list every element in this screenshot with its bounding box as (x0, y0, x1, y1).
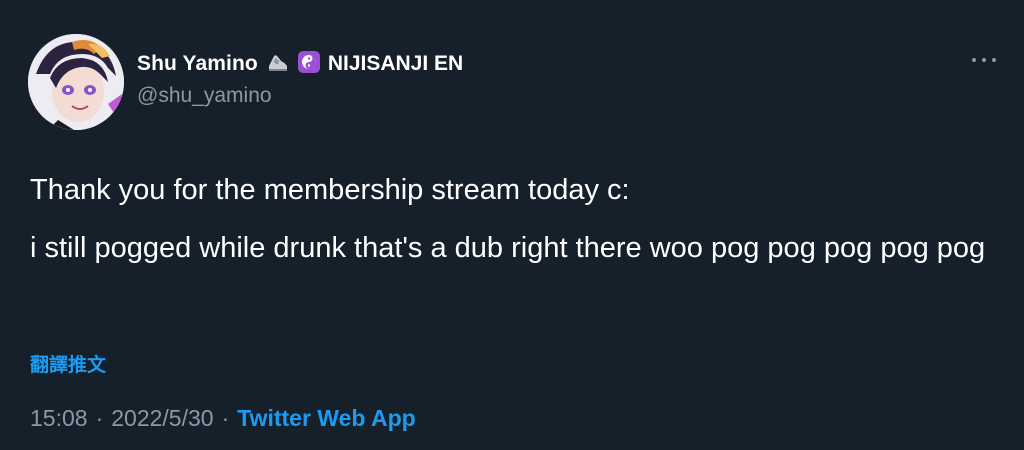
user-handle[interactable]: @shu_yamino (137, 84, 463, 108)
tweet-time[interactable]: 15:08 (30, 405, 88, 432)
tweet-date[interactable]: 2022/5/30 (111, 405, 213, 432)
translate-tweet-link[interactable]: 翻譯推文 (30, 350, 106, 377)
tweet-source-link[interactable]: Twitter Web App (237, 405, 415, 432)
more-icon[interactable] (972, 52, 996, 68)
meta-separator: · (95, 405, 104, 431)
avatar-image (28, 34, 124, 130)
tweet-text: Thank you for the membership stream toda… (30, 168, 990, 284)
shoe-emoji-icon (266, 51, 290, 78)
more-dot (992, 58, 996, 62)
more-dot (972, 58, 976, 62)
yin-yang-emoji-icon (297, 50, 320, 78)
display-name[interactable]: Shu Yamino (137, 52, 258, 76)
tweet-meta: 15:08 · 2022/5/30 · Twitter Web App (30, 405, 416, 432)
name-row: Shu Yamino NIJISANJI EN (137, 50, 463, 78)
user-info: Shu Yamino NIJISANJI EN @shu_yamino (137, 50, 463, 108)
tweet-card: Shu Yamino NIJISANJI EN @shu_yamino Than… (0, 0, 1024, 450)
meta-separator: · (221, 405, 230, 431)
avatar[interactable] (28, 34, 124, 130)
tweet-paragraph: i still pogged while drunk that's a dub … (30, 232, 986, 264)
more-dot (982, 58, 986, 62)
tweet-paragraph: Thank you for the membership stream toda… (30, 174, 630, 206)
org-label: NIJISANJI EN (327, 52, 464, 75)
